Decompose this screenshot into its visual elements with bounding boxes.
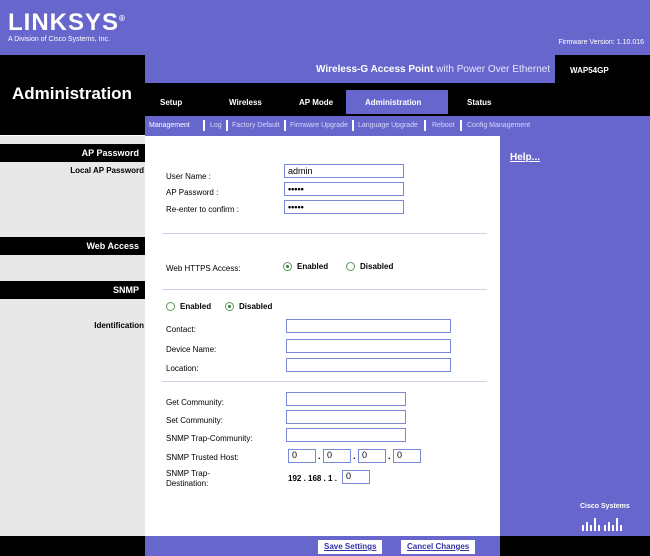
tab-ap-mode[interactable]: AP Mode	[299, 98, 333, 107]
subtab-separator	[284, 120, 286, 131]
cisco-systems-logo-text: Cisco Systems	[580, 503, 630, 510]
device-name-label: Device Name:	[166, 345, 217, 354]
ap-password-label: AP Password :	[166, 188, 219, 197]
footer-left	[0, 536, 145, 556]
subtab-firmware-upgrade[interactable]: Firmware Upgrade	[290, 122, 348, 129]
subtab-config-management[interactable]: Config Management	[467, 122, 530, 129]
snmp-enabled-label: Enabled	[180, 302, 212, 311]
section-ap-password: AP Password	[0, 144, 145, 162]
get-community-label: Get Community:	[166, 398, 224, 407]
divider	[162, 233, 487, 234]
ip-dot: .	[318, 451, 321, 461]
tab-administration[interactable]: Administration	[365, 98, 421, 107]
tab-status[interactable]: Status	[467, 98, 491, 107]
device-name-input[interactable]	[286, 339, 451, 353]
subtab-management[interactable]: Management	[149, 122, 190, 129]
subtab-separator	[203, 120, 205, 131]
logo-subtitle: A Division of Cisco Systems, Inc.	[8, 36, 110, 43]
tab-wireless[interactable]: Wireless	[229, 98, 262, 107]
trusted-host-octet-2[interactable]: 0	[323, 449, 351, 463]
set-community-input[interactable]	[286, 410, 406, 424]
https-enabled-radio[interactable]	[283, 262, 292, 271]
subtab-factory-default[interactable]: Factory Default	[232, 122, 279, 129]
get-community-input[interactable]	[286, 392, 406, 406]
trap-community-input[interactable]	[286, 428, 406, 442]
contact-label: Contact:	[166, 325, 196, 334]
firmware-version: Firmware Version: 1.10.016	[558, 39, 644, 46]
linksys-logo: LINKSYS®	[8, 9, 126, 36]
user-name-label: User Name :	[166, 172, 211, 181]
left-column	[0, 136, 145, 556]
trap-destination-last-octet[interactable]: 0	[342, 470, 370, 484]
footer-right	[500, 536, 650, 556]
subtab-separator	[352, 120, 354, 131]
https-access-label: Web HTTPS Access:	[166, 264, 241, 273]
location-label: Location:	[166, 364, 199, 373]
subtab-log[interactable]: Log	[210, 122, 222, 129]
section-snmp: SNMP	[0, 281, 145, 299]
subtab-separator	[460, 120, 462, 131]
subtab-language-upgrade[interactable]: Language Upgrade	[358, 122, 418, 129]
trap-destination-label-1: SNMP Trap-	[166, 469, 210, 478]
page: LINKSYS® A Division of Cisco Systems, In…	[0, 0, 650, 556]
tab-setup[interactable]: Setup	[160, 98, 182, 107]
location-input[interactable]	[286, 358, 451, 372]
snmp-disabled-label: Disabled	[239, 302, 273, 311]
section-web-access: Web Access	[0, 237, 145, 255]
ap-password-input[interactable]: •••••	[284, 182, 404, 196]
page-title: Administration	[12, 84, 132, 103]
cancel-changes-button[interactable]: Cancel Changes	[401, 540, 476, 554]
product-name: Wireless-G Access Point with Power Over …	[316, 64, 551, 75]
divider	[162, 289, 487, 290]
https-disabled-label: Disabled	[360, 262, 394, 271]
trap-destination-label-2: Destination:	[166, 479, 209, 488]
ip-dot: .	[353, 451, 356, 461]
trusted-host-octet-3[interactable]: 0	[358, 449, 386, 463]
help-column	[500, 136, 650, 536]
reenter-password-label: Re-enter to confirm :	[166, 205, 239, 214]
help-link[interactable]: Help...	[510, 152, 540, 163]
save-settings-button[interactable]: Save Settings	[318, 540, 383, 554]
label-identification: Identification	[94, 321, 144, 330]
user-name-input[interactable]: admin	[284, 164, 404, 178]
model-number: WAP54GP	[570, 66, 609, 75]
snmp-enabled-radio[interactable]	[166, 302, 175, 311]
cisco-logo-icon	[582, 518, 622, 531]
https-enabled-label: Enabled	[297, 262, 329, 271]
snmp-disabled-radio[interactable]	[225, 302, 234, 311]
reenter-password-input[interactable]: •••••	[284, 200, 404, 214]
contact-input[interactable]	[286, 319, 451, 333]
trusted-host-octet-1[interactable]: 0	[288, 449, 316, 463]
set-community-label: Set Community:	[166, 416, 223, 425]
trap-destination-prefix: 192 . 168 . 1 .	[288, 474, 337, 483]
trusted-host-label: SNMP Trusted Host:	[166, 453, 239, 462]
subtab-separator	[226, 120, 228, 131]
trap-community-label: SNMP Trap-Community:	[166, 434, 253, 443]
label-local-ap-password: Local AP Password	[70, 166, 144, 175]
ip-dot: .	[388, 451, 391, 461]
subtab-reboot[interactable]: Reboot	[432, 122, 455, 129]
https-disabled-radio[interactable]	[346, 262, 355, 271]
divider	[162, 381, 487, 382]
trusted-host-octet-4[interactable]: 0	[393, 449, 421, 463]
subtab-separator	[424, 120, 426, 131]
